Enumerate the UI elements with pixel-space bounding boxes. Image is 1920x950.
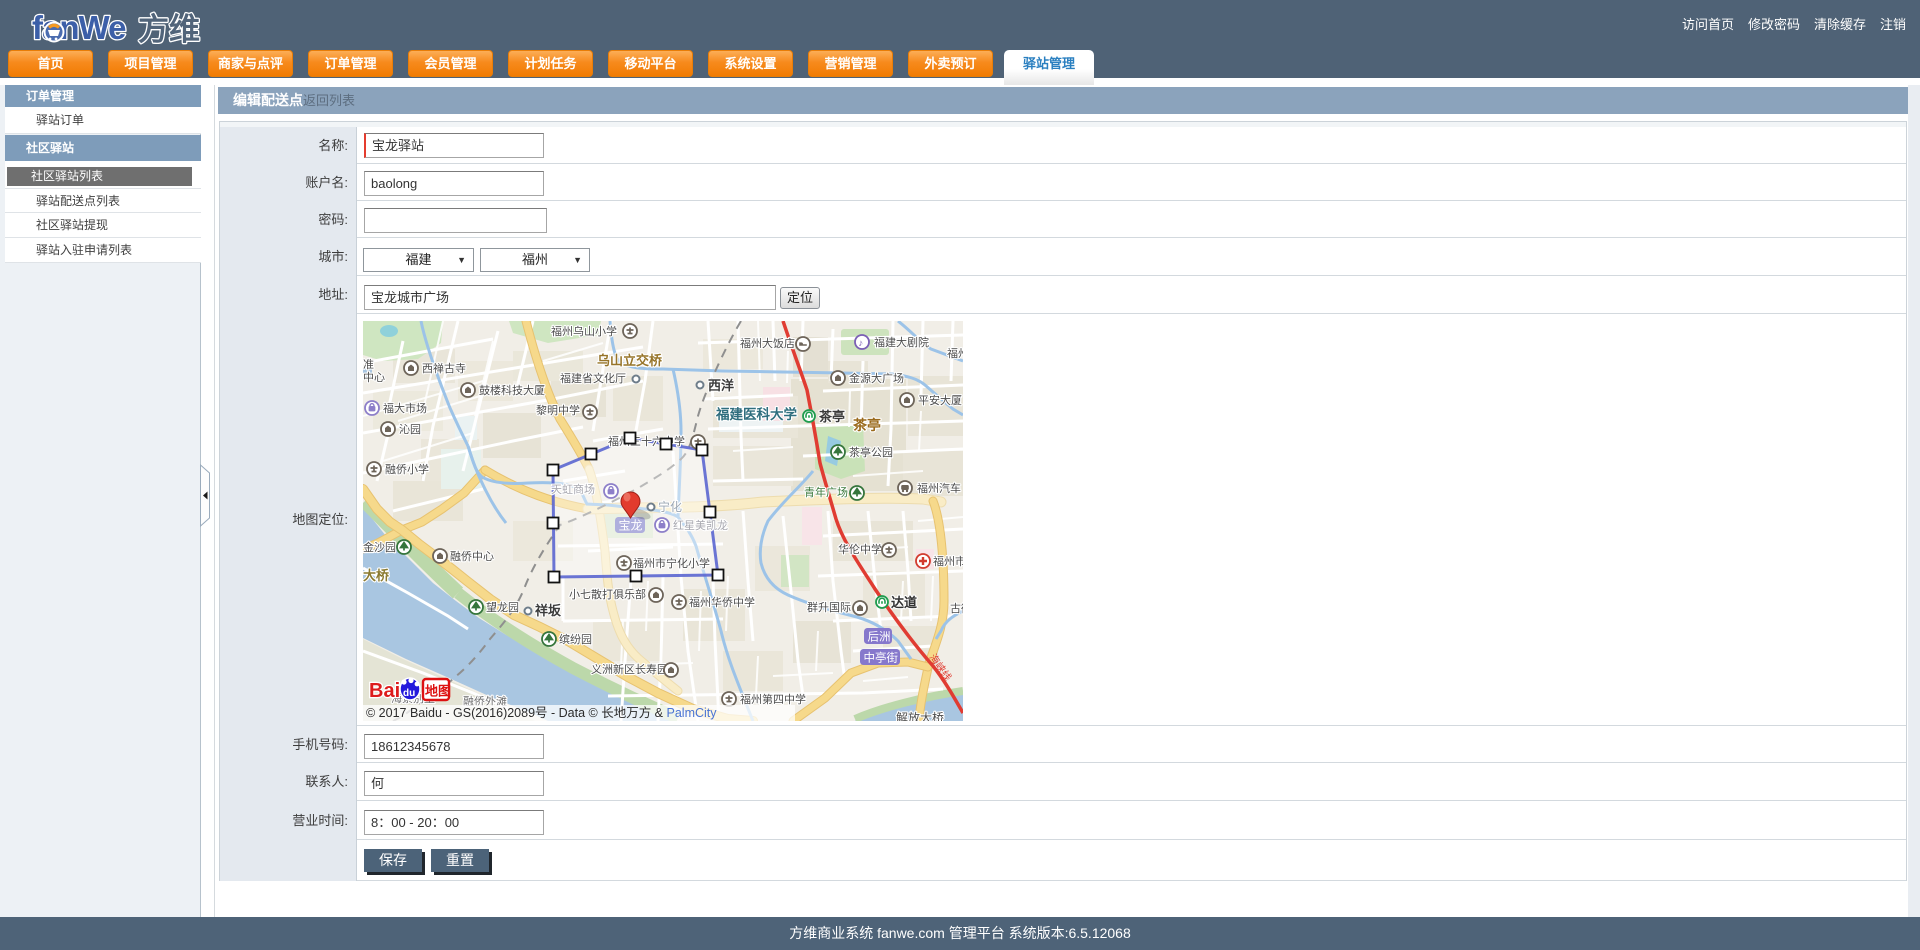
svg-text:融侨小学: 融侨小学 — [385, 462, 429, 476]
svg-text:乌山立交桥: 乌山立交桥 — [597, 353, 663, 368]
svg-text:福州三十六中学: 福州三十六中学 — [608, 434, 685, 448]
svg-text:望龙园: 望龙园 — [486, 601, 519, 614]
svg-text:福建大剧院: 福建大剧院 — [874, 335, 929, 349]
svg-text:福州汽车: 福州汽车 — [917, 481, 961, 495]
svg-text:茶亭: 茶亭 — [819, 409, 845, 424]
svg-text:西禅古寺: 西禅古寺 — [422, 361, 466, 375]
svg-text:天虹商场: 天虹商场 — [551, 482, 595, 496]
svg-text:融侨中心: 融侨中心 — [450, 550, 494, 563]
svg-text:大桥: 大桥 — [363, 568, 390, 583]
svg-text:福州市宁化小学: 福州市宁化小学 — [633, 556, 710, 570]
svg-text:福州: 福州 — [947, 346, 963, 360]
svg-text:方维: 方维 — [138, 12, 200, 47]
svg-text:祥坂: 祥坂 — [535, 603, 562, 618]
svg-text:茶亭公园: 茶亭公园 — [849, 445, 893, 459]
svg-text:金沙园: 金沙园 — [363, 540, 396, 554]
svg-text:西洋: 西洋 — [708, 378, 734, 393]
svg-text:达道: 达道 — [891, 595, 917, 610]
svg-text:宁化: 宁化 — [658, 499, 682, 514]
svg-text:解放大桥: 解放大桥 — [896, 710, 944, 721]
svg-text:福州乌山小学: 福州乌山小学 — [551, 324, 617, 338]
svg-text:缤纷园: 缤纷园 — [559, 632, 592, 646]
svg-text:小七散打俱乐部: 小七散打俱乐部 — [569, 587, 646, 601]
svg-text:准: 准 — [363, 358, 374, 371]
svg-text:福建医科大学: 福建医科大学 — [715, 406, 797, 422]
svg-text:du: du — [403, 688, 415, 699]
svg-text:黎明中学: 黎明中学 — [536, 403, 580, 417]
svg-text:红星美凯龙: 红星美凯龙 — [673, 519, 728, 532]
svg-text:茶亭: 茶亭 — [852, 417, 881, 433]
svg-text:Bai: Bai — [369, 680, 400, 702]
svg-text:地图: 地图 — [425, 684, 451, 699]
svg-text:福州华侨中学: 福州华侨中学 — [689, 595, 755, 609]
svg-text:鼓楼科技大厦: 鼓楼科技大厦 — [479, 383, 545, 397]
svg-text:古街: 古街 — [950, 601, 963, 615]
svg-text:华伦中学: 华伦中学 — [838, 542, 882, 556]
svg-text:中心: 中心 — [363, 371, 385, 384]
svg-text:群升国际: 群升国际 — [807, 600, 851, 614]
svg-text:福建省文化厅: 福建省文化厅 — [560, 371, 626, 385]
svg-text:福州大饭店: 福州大饭店 — [740, 336, 795, 350]
svg-text:福大市场: 福大市场 — [383, 401, 427, 415]
svg-text:沁园: 沁园 — [399, 423, 421, 436]
svg-text:金源大广场: 金源大广场 — [849, 371, 904, 385]
svg-text:福州第四中学: 福州第四中学 — [740, 692, 806, 706]
svg-text:青年广场: 青年广场 — [804, 485, 848, 499]
svg-text:中亭街: 中亭街 — [864, 651, 899, 665]
svg-text:宝龙: 宝龙 — [619, 519, 643, 533]
svg-text:平安大厦: 平安大厦 — [918, 393, 962, 407]
svg-text:© 2017 Baidu - GS(2016)2089号 -: © 2017 Baidu - GS(2016)2089号 - Data © 长地… — [366, 705, 717, 720]
svg-text:福州市: 福州市 — [933, 554, 963, 568]
svg-text:义洲新区长寿园: 义洲新区长寿园 — [591, 662, 668, 676]
svg-text:后洲: 后洲 — [868, 631, 891, 644]
